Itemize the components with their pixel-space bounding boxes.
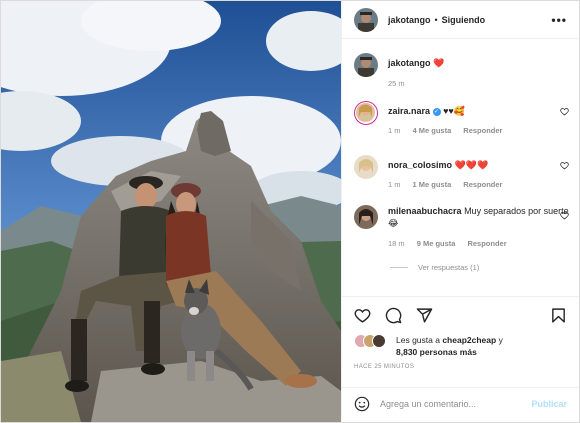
- comment-icon[interactable]: [385, 307, 402, 324]
- action-icons: [342, 297, 579, 324]
- comment-username[interactable]: nora_colosimo: [388, 160, 452, 170]
- share-icon[interactable]: [416, 307, 433, 324]
- post-actions: Les gusta a cheap2cheap y 8,830 personas…: [342, 296, 579, 420]
- view-replies-button[interactable]: Ver respuestas (1): [390, 263, 569, 272]
- like-comment-icon[interactable]: [560, 107, 569, 116]
- like-comment-icon[interactable]: [560, 211, 569, 220]
- more-options-icon[interactable]: •••: [551, 13, 567, 27]
- post-photo[interactable]: [1, 1, 341, 422]
- comment-text: ♥♥🥰: [443, 106, 465, 116]
- comment-username[interactable]: milenaabuchacra: [388, 206, 462, 216]
- likes-connector: y: [498, 335, 503, 345]
- like-comment-icon[interactable]: [560, 161, 569, 170]
- comment-text: ❤️❤️❤️: [454, 160, 489, 170]
- add-comment-bar: Publicar: [342, 387, 579, 420]
- comment-time[interactable]: 1 m: [388, 180, 401, 189]
- likes-summary: Les gusta a cheap2cheap y 8,830 personas…: [342, 324, 579, 358]
- comments-list: jakotango ❤️ 25 m zaira.nara ✓ ♥♥🥰 1 m 4…: [354, 53, 569, 272]
- list-item: milenaabuchacra Muy separados por suerte…: [354, 205, 569, 263]
- post-side-panel: jakotango • Siguiendo ••• jakotango ❤️ 2…: [341, 1, 579, 422]
- avatar[interactable]: [354, 7, 378, 32]
- like-icon[interactable]: [354, 307, 371, 324]
- likes-prefix: Les gusta a: [396, 335, 440, 345]
- list-item: nora_colosimo ❤️❤️❤️ 1 m 1 Me gusta Resp…: [354, 155, 569, 205]
- comment-likes[interactable]: 9 Me gusta: [417, 239, 456, 248]
- save-icon[interactable]: [550, 307, 567, 324]
- post-dialog: jakotango • Siguiendo ••• jakotango ❤️ 2…: [0, 0, 580, 423]
- liker-avatars: [354, 334, 394, 348]
- caption-time[interactable]: 25 m: [388, 79, 405, 88]
- likes-user[interactable]: cheap2cheap: [442, 335, 496, 345]
- reply-button[interactable]: Responder: [463, 126, 502, 135]
- avatar[interactable]: [354, 155, 378, 179]
- emoji-icon[interactable]: [354, 396, 370, 412]
- publish-button[interactable]: Publicar: [531, 399, 567, 409]
- comment-username[interactable]: zaira.nara: [388, 106, 430, 116]
- header-separator: •: [434, 14, 438, 25]
- post-timestamp[interactable]: HACE 25 MINUTOS: [342, 358, 579, 370]
- avatar: [372, 334, 386, 348]
- caption-username[interactable]: jakotango: [388, 58, 431, 68]
- following-button[interactable]: Siguiendo: [442, 15, 486, 25]
- comment-time[interactable]: 18 m: [388, 239, 405, 248]
- caption: jakotango ❤️ 25 m: [354, 53, 569, 101]
- comment-likes[interactable]: 4 Me gusta: [413, 126, 452, 135]
- avatar[interactable]: [354, 205, 378, 229]
- comment-input[interactable]: [380, 399, 532, 409]
- caption-text: ❤️: [433, 58, 445, 68]
- comment-likes[interactable]: 1 Me gusta: [413, 180, 452, 189]
- view-replies-label: Ver respuestas (1): [418, 263, 480, 272]
- comment-time[interactable]: 1 m: [388, 126, 401, 135]
- replies-divider: [390, 267, 408, 268]
- avatar[interactable]: [354, 101, 378, 125]
- likes-count[interactable]: 8,830 personas más: [396, 347, 477, 357]
- reply-button[interactable]: Responder: [467, 239, 506, 248]
- verified-badge-icon: ✓: [432, 107, 441, 116]
- header-username[interactable]: jakotango: [388, 15, 431, 25]
- post-header: jakotango • Siguiendo •••: [342, 1, 579, 39]
- avatar[interactable]: [354, 53, 378, 77]
- reply-button[interactable]: Responder: [463, 180, 502, 189]
- list-item: zaira.nara ✓ ♥♥🥰 1 m 4 Me gusta Responde…: [354, 101, 569, 155]
